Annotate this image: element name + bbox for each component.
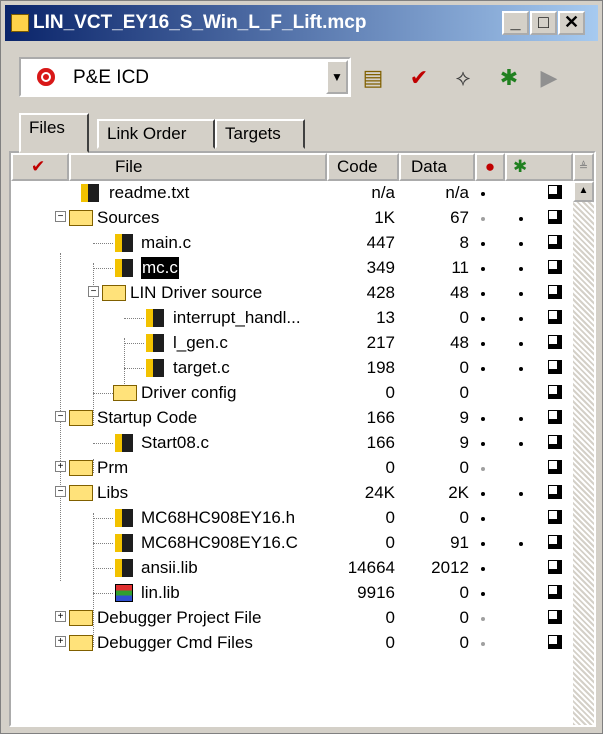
data-column-header[interactable]: Data	[399, 153, 475, 181]
folder-icon	[69, 610, 93, 626]
target-checkbox[interactable]	[548, 310, 562, 324]
target-column-icon[interactable]: ●	[475, 153, 505, 181]
list-item[interactable]: lin.lib 9916 0	[11, 581, 573, 606]
files-panel: ✔ File Code Data ● ✱ ≜ ▲ readme.txt n/a …	[9, 151, 596, 727]
target-checkbox[interactable]	[548, 585, 562, 599]
collapse-icon[interactable]: −	[55, 486, 66, 497]
list-item[interactable]: l_gen.c 217 48	[11, 331, 573, 356]
check-icon[interactable]: ✔	[405, 65, 433, 91]
collapse-icon[interactable]: −	[55, 211, 66, 222]
project-window: LIN_VCT_EY16_S_Win_L_F_Lift.mcp _ □ ✕ P&…	[0, 0, 603, 734]
list-item[interactable]: − Startup Code 166 9	[11, 406, 573, 431]
list-item[interactable]: MC68HC908EY16.C 0 91	[11, 531, 573, 556]
collapse-icon[interactable]: −	[55, 411, 66, 422]
list-item[interactable]: Start08.c 166 9	[11, 431, 573, 456]
target-select[interactable]: P&E ICD ▼	[19, 57, 351, 97]
list-item[interactable]: mc.c 349 11	[11, 256, 573, 281]
source-file-icon	[81, 184, 99, 202]
settings-icon[interactable]: ▤	[359, 65, 387, 91]
list-item[interactable]: main.c 447 8	[11, 231, 573, 256]
collapse-icon[interactable]: −	[88, 286, 99, 297]
folder-icon	[69, 410, 93, 426]
target-label: P&E ICD	[73, 67, 150, 88]
expand-icon[interactable]: +	[55, 461, 66, 472]
target-checkbox[interactable]	[548, 410, 562, 424]
library-file-icon	[115, 584, 133, 602]
target-checkbox[interactable]	[548, 635, 562, 649]
project-file-icon	[11, 14, 29, 32]
target-checkbox[interactable]	[548, 460, 562, 474]
title-bar[interactable]: LIN_VCT_EY16_S_Win_L_F_Lift.mcp _ □ ✕	[5, 5, 598, 41]
list-item[interactable]: + Prm 0 0	[11, 456, 573, 481]
debug-column-icon[interactable]: ✱	[505, 153, 573, 181]
project-toolbar: P&E ICD ▼ ▤ ✔ ⟡ ✱ ▶	[9, 53, 594, 105]
check-column-icon[interactable]: ✔	[11, 153, 69, 181]
window-title: LIN_VCT_EY16_S_Win_L_F_Lift.mcp	[33, 12, 367, 33]
list-item[interactable]: − LIN Driver source 428 48	[11, 281, 573, 306]
target-checkbox[interactable]	[548, 610, 562, 624]
source-file-icon	[146, 309, 164, 327]
minimize-button[interactable]: _	[502, 11, 529, 35]
source-file-icon	[115, 509, 133, 527]
list-item[interactable]: + Debugger Project File 0 0	[11, 606, 573, 631]
source-file-icon	[115, 259, 133, 277]
target-checkbox[interactable]	[548, 510, 562, 524]
target-checkbox[interactable]	[548, 560, 562, 574]
list-item[interactable]: interrupt_handl... 13 0	[11, 306, 573, 331]
column-header: ✔ File Code Data ● ✱ ≜	[11, 153, 594, 181]
scroll-header-icon: ≜	[573, 153, 594, 181]
folder-icon	[69, 485, 93, 501]
expand-icon[interactable]: +	[55, 636, 66, 647]
target-checkbox[interactable]	[548, 535, 562, 549]
source-file-icon	[115, 234, 133, 252]
list-item[interactable]: − Libs 24K 2K	[11, 481, 573, 506]
list-item[interactable]: + Debugger Cmd Files 0 0	[11, 631, 573, 656]
code-column-header[interactable]: Code	[327, 153, 399, 181]
source-file-icon	[146, 359, 164, 377]
folder-icon	[69, 210, 93, 226]
chevron-down-icon[interactable]: ▼	[326, 60, 348, 94]
list-item[interactable]: target.c 198 0	[11, 356, 573, 381]
source-file-icon	[115, 434, 133, 452]
debug-icon[interactable]: ✱	[495, 65, 523, 91]
target-checkbox[interactable]	[548, 485, 562, 499]
scroll-up-arrow[interactable]: ▲	[573, 181, 594, 202]
target-checkbox[interactable]	[548, 260, 562, 274]
list-item[interactable]: − Sources 1K 67	[11, 206, 573, 231]
target-checkbox[interactable]	[548, 285, 562, 299]
source-file-icon	[115, 534, 133, 552]
library-file-icon	[115, 559, 133, 577]
vertical-scrollbar[interactable]: ▲	[573, 181, 594, 725]
target-checkbox[interactable]	[548, 360, 562, 374]
target-checkbox[interactable]	[548, 385, 562, 399]
list-item[interactable]: MC68HC908EY16.h 0 0	[11, 506, 573, 531]
close-button[interactable]: ✕	[558, 11, 585, 35]
tab-link-order[interactable]: Link Order	[97, 119, 215, 149]
tab-files[interactable]: Files	[19, 113, 89, 153]
target-checkbox[interactable]	[548, 435, 562, 449]
list-item[interactable]: Driver config 0 0	[11, 381, 573, 406]
source-file-icon	[146, 334, 164, 352]
maximize-button[interactable]: □	[530, 11, 557, 35]
file-column-header[interactable]: File	[69, 153, 327, 181]
tab-targets[interactable]: Targets	[215, 119, 305, 149]
target-icon	[37, 68, 55, 86]
expand-icon[interactable]: +	[55, 611, 66, 622]
list-item[interactable]: readme.txt n/a n/a	[11, 181, 573, 206]
target-checkbox[interactable]	[548, 235, 562, 249]
target-checkbox[interactable]	[548, 185, 562, 199]
folder-icon	[69, 460, 93, 476]
list-item[interactable]: ansii.lib 14664 2012	[11, 556, 573, 581]
folder-icon	[102, 285, 126, 301]
run-icon[interactable]: ▶	[535, 65, 563, 91]
make-icon[interactable]: ⟡	[449, 65, 477, 91]
target-checkbox[interactable]	[548, 335, 562, 349]
folder-icon	[113, 385, 137, 401]
folder-icon	[69, 635, 93, 651]
target-checkbox[interactable]	[548, 210, 562, 224]
